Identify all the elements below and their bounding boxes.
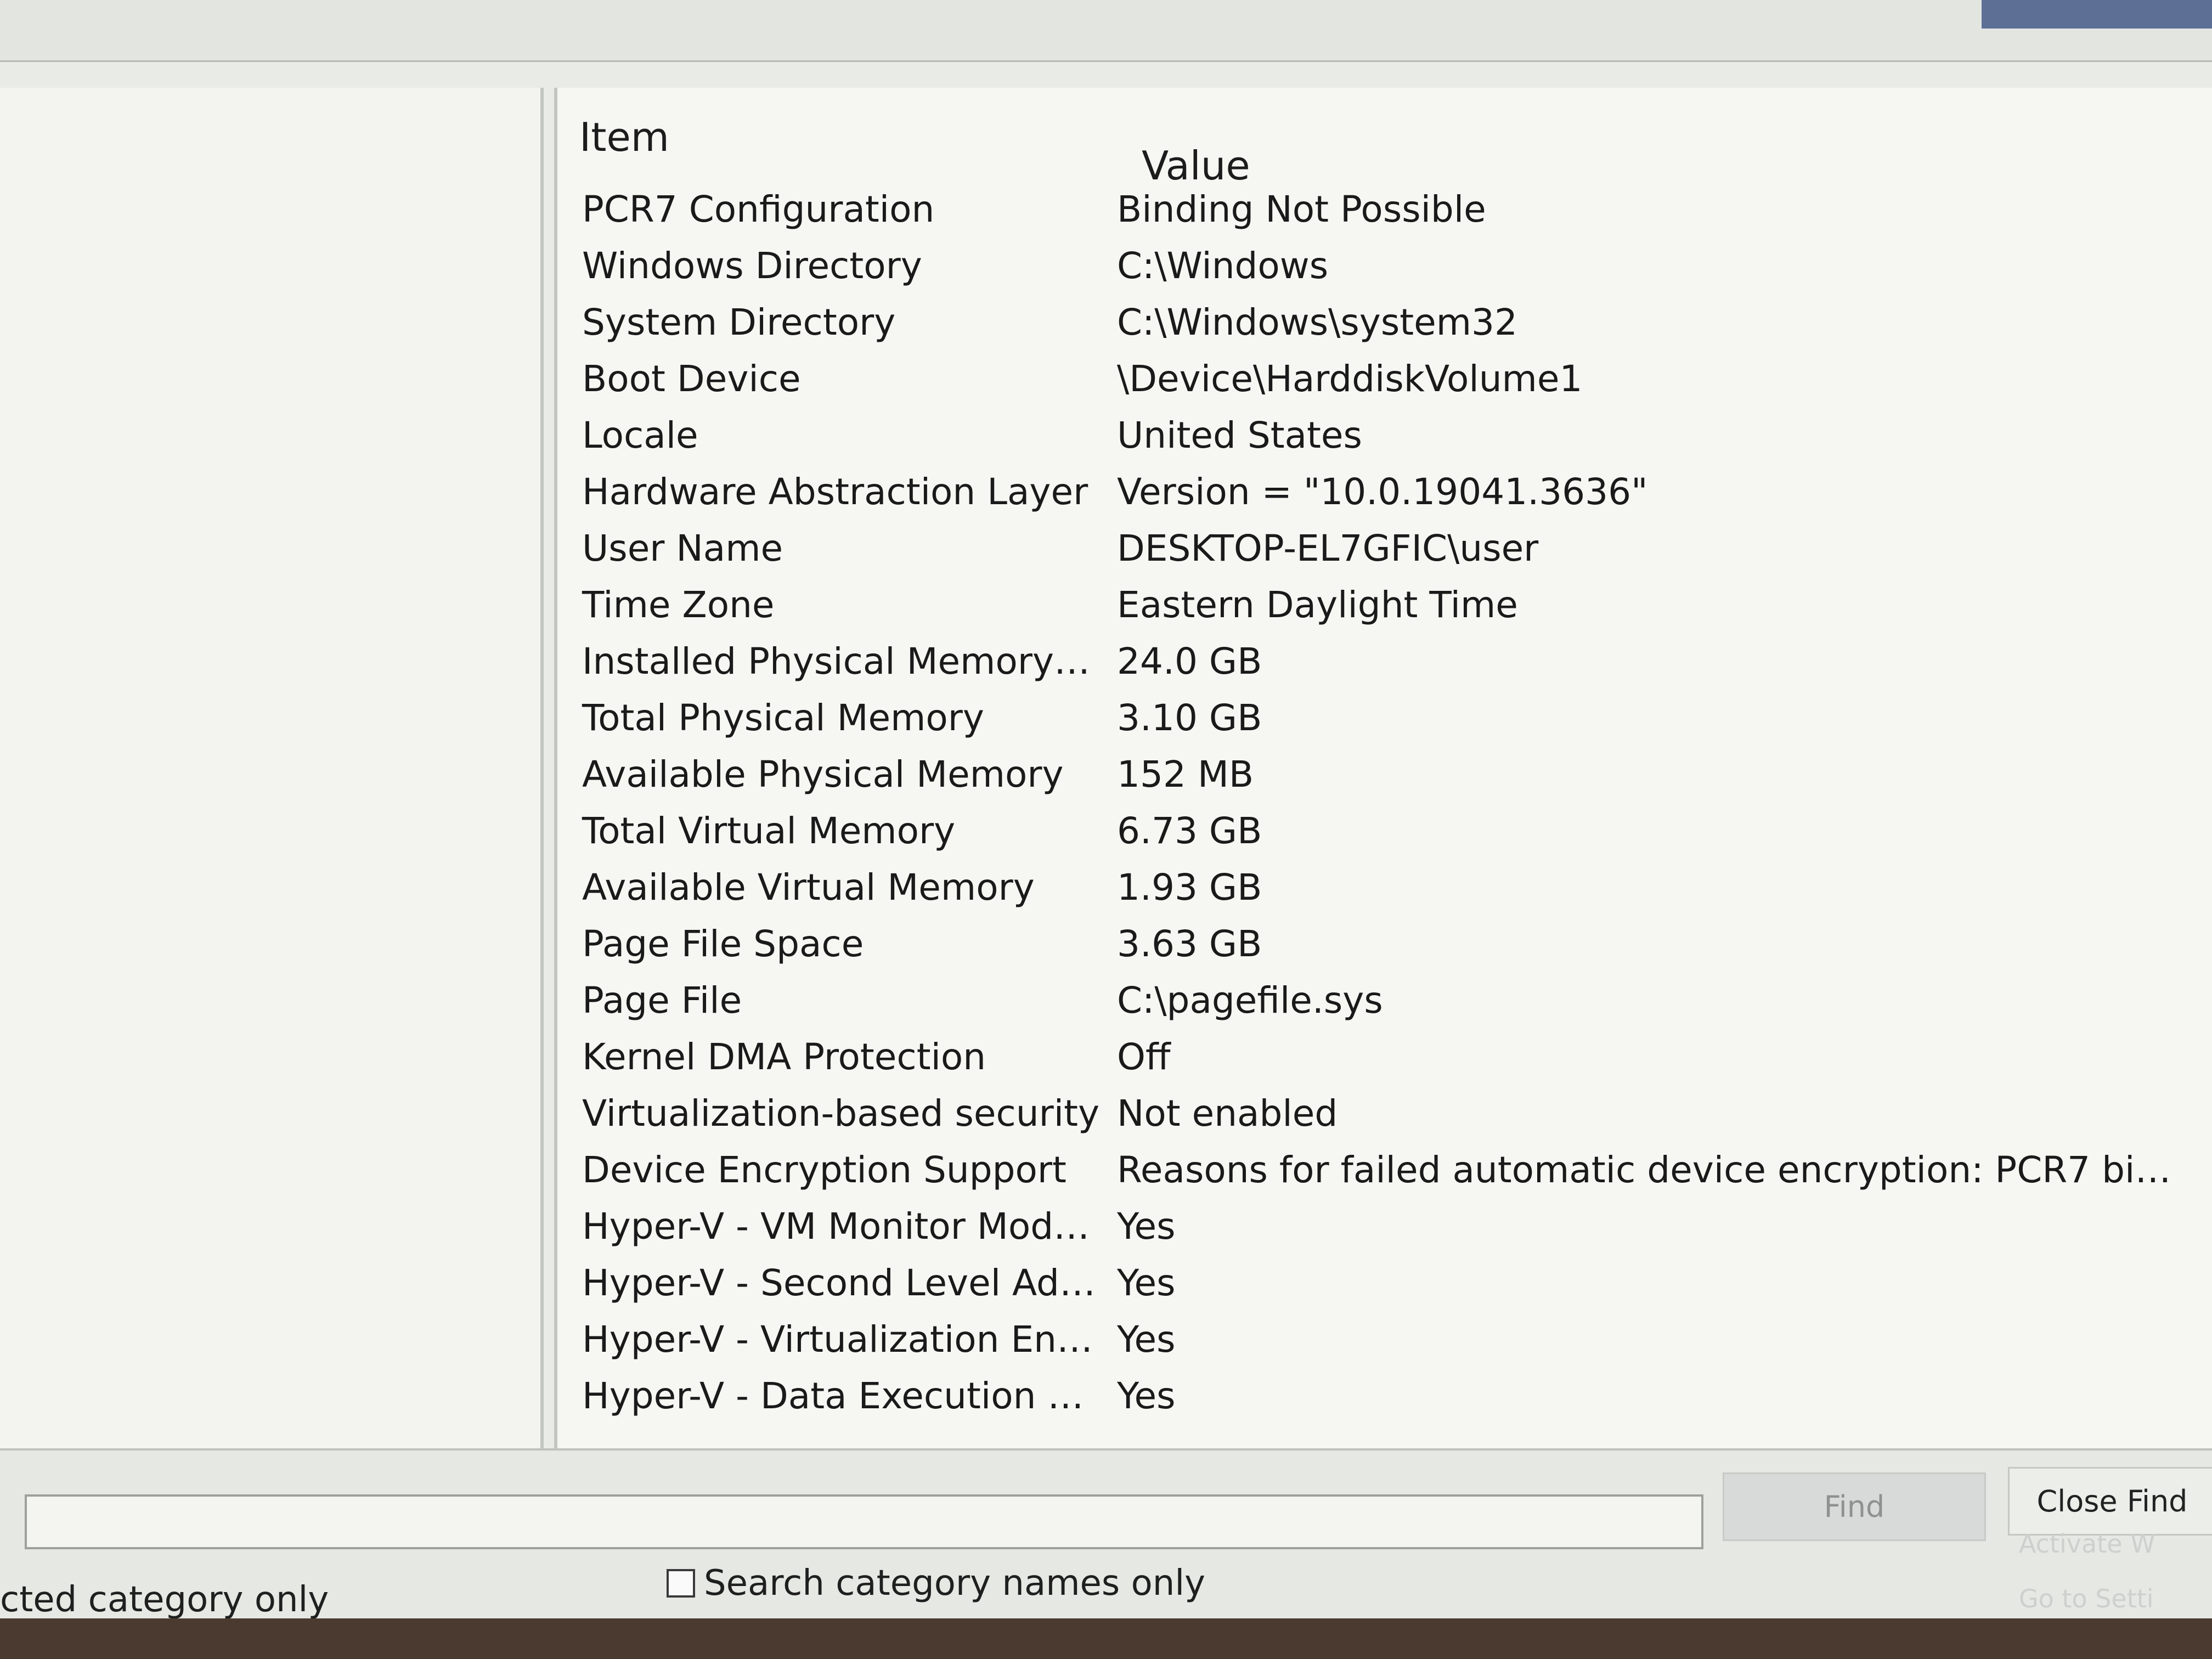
row-item: Hyper-V - Second Level Addres... [582,1262,1101,1304]
row-item: Hyper-V - Virtualization Enable... [582,1318,1101,1361]
row-value: 3.10 GB [1117,697,1262,739]
table-row[interactable]: Total Virtual Memory 6.73 GB [557,803,2212,859]
table-row[interactable]: Device Encryption Support Reasons for fai… [557,1142,2212,1198]
row-item: Locale [582,414,698,456]
row-value: \Device\HarddiskVolume1 [1117,358,1583,400]
table-row[interactable]: Hyper-V - VM Monitor Mode E... Yes [557,1198,2212,1255]
table-row[interactable]: Hyper-V - Virtualization Enable... Yes [557,1311,2212,1368]
row-value: 152 MB [1117,753,1254,795]
row-value: C:\pagefile.sys [1117,979,1383,1022]
find-button[interactable]: Find [1723,1472,1986,1541]
table-row[interactable]: Time Zone Eastern Daylight Time [557,577,2212,633]
row-item: PCR7 Configuration [582,188,935,230]
row-item: Page File Space [582,923,864,965]
row-value: United States [1117,414,1362,456]
row-value: 3.63 GB [1117,923,1262,965]
row-value: Eastern Daylight Time [1117,584,1518,626]
row-value: Version = "10.0.19041.3636" [1117,471,1648,513]
details-table-panel[interactable]: Item Value PCR7 Configuration Binding Not… [554,88,2212,1470]
table-row[interactable]: Page File Space 3.63 GB [557,916,2212,972]
table-row[interactable]: Locale United States [557,407,2212,464]
row-value: Yes [1117,1262,1176,1304]
find-bar: Find Close Find cted category only Searc… [0,1448,2212,1621]
table-rows: PCR7 Configuration Binding Not Possible Wi… [557,181,2212,1424]
find-input[interactable] [25,1494,1703,1549]
titlebar-fragment [1982,0,2212,29]
table-row[interactable]: Hyper-V - Second Level Addres... Yes [557,1255,2212,1311]
row-item: Available Virtual Memory [582,866,1035,909]
table-row[interactable]: Windows Directory C:\Windows [557,238,2212,294]
table-row[interactable]: Total Physical Memory 3.10 GB [557,690,2212,746]
table-row[interactable]: Page File C:\pagefile.sys [557,972,2212,1029]
table-row[interactable]: Virtualization-based security Not enabled [557,1085,2212,1142]
search-selected-category-label[interactable]: cted category only [0,1579,329,1620]
table-row[interactable]: PCR7 Configuration Binding Not Possible [557,181,2212,238]
table-row[interactable]: Kernel DMA Protection Off [557,1029,2212,1085]
row-value: 24.0 GB [1117,640,1262,682]
desk-background [0,1618,2212,1659]
table-row[interactable]: Boot Device \Device\HarddiskVolume1 [557,351,2212,407]
table-row[interactable]: System Directory C:\Windows\system32 [557,294,2212,351]
row-item: User Name [582,527,783,569]
row-value: Yes [1117,1205,1176,1248]
table-row[interactable]: Available Virtual Memory 1.93 GB [557,859,2212,916]
row-value: Not enabled [1117,1092,1338,1135]
search-category-names-checkbox[interactable] [667,1569,695,1598]
table-row[interactable]: User Name DESKTOP-EL7GFIC\user [557,520,2212,577]
row-item: Installed Physical Memory (RAM) [582,640,1101,682]
watermark-line-2: Go to Setti [2019,1584,2154,1613]
row-value: Yes [1117,1375,1176,1417]
column-header: Item Value [557,88,2212,189]
column-header-item[interactable]: Item [579,114,669,160]
row-value: 6.73 GB [1117,810,1262,852]
toolbar-strip [0,0,2212,62]
row-value: Binding Not Possible [1117,188,1486,230]
row-item: Page File [582,979,742,1022]
category-tree-panel[interactable] [0,88,544,1470]
system-information-window: Item Value PCR7 Configuration Binding Not… [0,0,2212,1621]
row-item: System Directory [582,301,896,343]
row-item: Windows Directory [582,245,922,287]
table-row[interactable]: Hardware Abstraction Layer Version = "10.… [557,464,2212,520]
row-value: Off [1117,1036,1171,1078]
table-row[interactable]: Hyper-V - Data Execution Prote... Yes [557,1368,2212,1424]
row-item: Time Zone [582,584,775,626]
watermark-line-1: Activate W [2019,1529,2155,1559]
row-item: Boot Device [582,358,801,400]
row-value: C:\Windows\system32 [1117,301,1517,343]
row-value: C:\Windows [1117,245,1329,287]
row-item: Total Physical Memory [582,697,984,739]
activation-watermark: Activate W Go to Setti [2019,1516,2155,1626]
row-value: Reasons for failed automatic device encr… [1117,1149,2192,1191]
table-row[interactable]: Available Physical Memory 152 MB [557,746,2212,803]
row-item: Available Physical Memory [582,753,1064,795]
row-value: Yes [1117,1318,1176,1361]
search-category-names-label[interactable]: Search category names only [704,1563,1205,1604]
row-item: Hardware Abstraction Layer [582,471,1088,513]
row-item: Hyper-V - Data Execution Prote... [582,1375,1101,1417]
row-item: Hyper-V - VM Monitor Mode E... [582,1205,1101,1248]
row-item: Kernel DMA Protection [582,1036,986,1078]
row-item: Virtualization-based security [582,1092,1100,1135]
row-item: Total Virtual Memory [582,810,956,852]
row-item: Device Encryption Support [582,1149,1066,1191]
row-value: DESKTOP-EL7GFIC\user [1117,527,1539,569]
row-value: 1.93 GB [1117,866,1262,909]
table-row[interactable]: Installed Physical Memory (RAM) 24.0 GB [557,633,2212,690]
search-category-names-option[interactable]: Search category names only [667,1563,1205,1604]
